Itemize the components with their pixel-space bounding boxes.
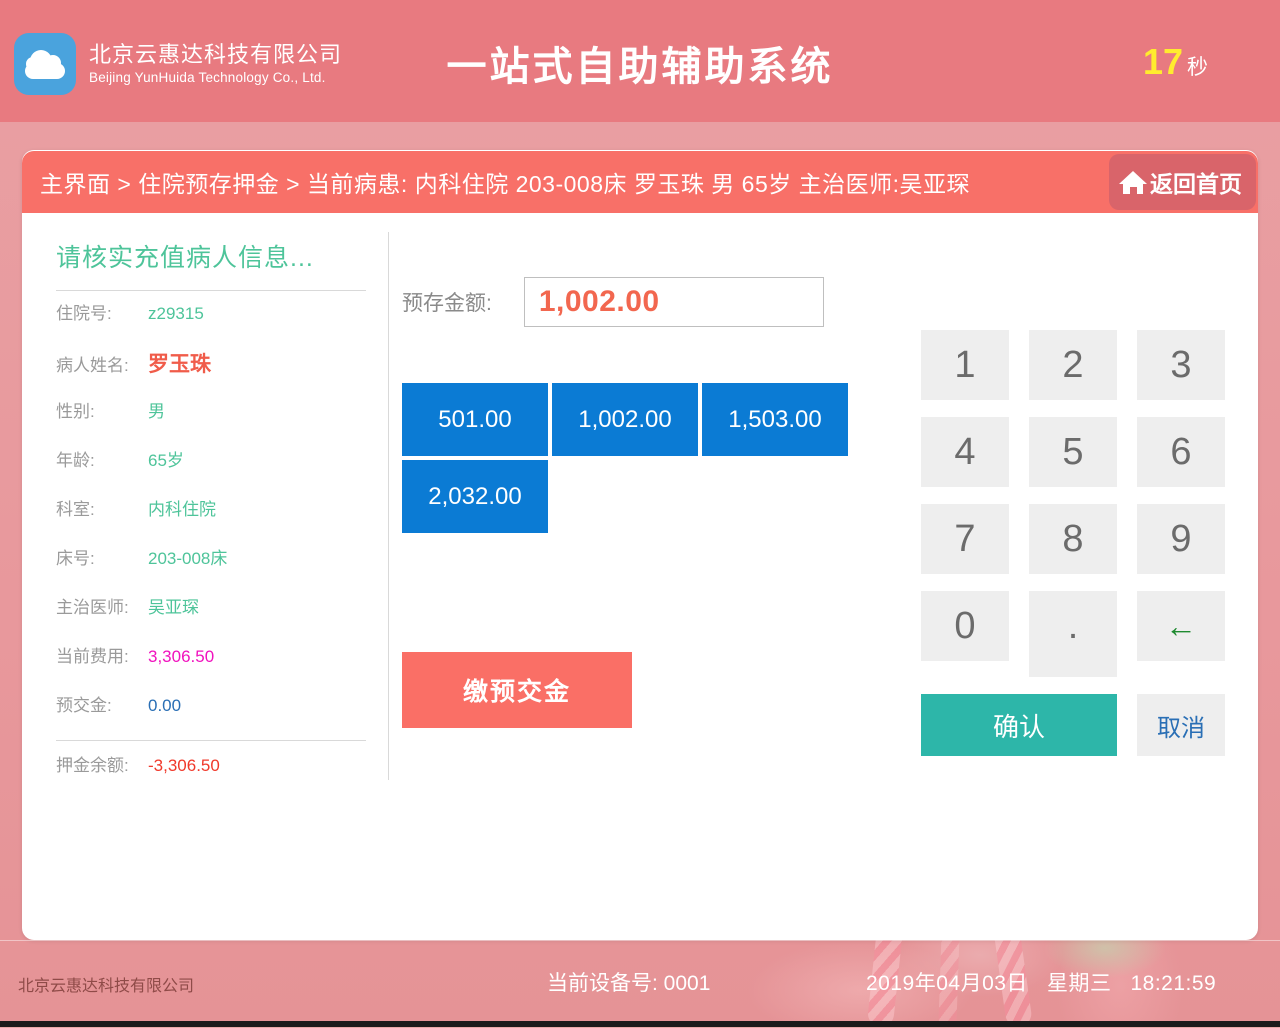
info-label: 住院号: [56,304,112,323]
info-value: z29315 [148,304,204,323]
info-value: 吴亚琛 [148,598,199,617]
key-5[interactable]: 5 [1029,417,1117,487]
info-label: 主治医师: [56,598,129,617]
key-2[interactable]: 2 [1029,330,1117,400]
vertical-divider [388,232,389,780]
info-value: 内科住院 [148,500,216,519]
page-title: 一站式自助辅助系统 [446,45,834,89]
app-header: 北京云惠达科技有限公司 Beijing YunHuida Technology … [0,0,1280,122]
info-row-prepaid: 预交金: 0.00 [56,691,366,740]
info-label: 押金余额: [56,756,129,775]
footer-bottom-strip [0,1021,1280,1027]
key-decimal-point[interactable]: . [1029,591,1117,677]
key-3[interactable]: 3 [1137,330,1225,400]
key-1[interactable]: 1 [921,330,1009,400]
info-row-bed-no: 床号: 203-008床 [56,544,366,593]
confirm-button[interactable]: 确认 [921,694,1117,756]
countdown-seconds: 17 [1142,41,1183,82]
preset-amount-button[interactable]: 501.00 [402,383,548,456]
info-row-gender: 性别: 男 [56,397,366,446]
info-label: 床号: [56,549,95,568]
info-label: 病人姓名: [56,356,129,375]
patient-info-panel: 请核实充值病人信息... 住院号: z29315 病人姓名: 罗玉珠 性别: 男… [56,238,366,800]
info-value: 罗玉珠 [148,353,211,376]
info-value: 男 [148,402,165,421]
breadcrumb: 主界面 > 住院预存押金 > 当前病患: 内科住院 203-008床 罗玉珠 男… [40,171,971,197]
return-home-label: 返回首页 [1150,171,1242,197]
info-value: 3,306.50 [148,647,215,666]
preset-amount-button[interactable]: 1,002.00 [552,383,698,456]
numeric-keypad: 1 2 3 4 5 6 7 8 9 0 . ← 确认 取消 [921,330,1225,756]
info-value: 203-008床 [148,549,228,568]
countdown-unit: 秒 [1187,56,1208,79]
info-panel-title: 请核实充值病人信息... [56,244,314,272]
patient-info-rows: 住院号: z29315 病人姓名: 罗玉珠 性别: 男 年龄: 65岁 科室: … [56,291,366,740]
app-footer: 北京云惠达科技有限公司 当前设备号: 0001 2019年04月03日 星期三 … [0,940,1280,1027]
footer-time: 18:21:59 [1130,972,1217,995]
info-label: 科室: [56,500,95,519]
footer-company-name: 北京云惠达科技有限公司 [18,978,195,995]
deposit-amount-input[interactable]: 1,002.00 [523,277,824,327]
preset-amount-button[interactable]: 2,032.00 [402,460,548,533]
key-0[interactable]: 0 [921,591,1009,661]
info-value: 0.00 [148,696,182,715]
return-home-button[interactable]: 返回首页 [1109,154,1256,210]
info-row-patient-name: 病人姓名: 罗玉珠 [56,348,366,397]
info-label: 当前费用: [56,647,129,666]
info-row-department: 科室: 内科住院 [56,495,366,544]
footer-divider [0,940,1280,941]
key-4[interactable]: 4 [921,417,1009,487]
info-row-current-fee: 当前费用: 3,306.50 [56,642,366,691]
info-row-deposit-balance: 押金余额: -3,306.50 [56,741,366,800]
preset-amount-group: 501.00 1,002.00 1,503.00 2,032.00 [402,383,862,533]
info-row-age: 年龄: 65岁 [56,446,366,495]
breadcrumb-bar: 主界面 > 住院预存押金 > 当前病患: 内科住院 203-008床 罗玉珠 男… [22,151,1258,213]
info-value: 65岁 [148,451,184,470]
deposit-amount-row: 预存金额: 1,002.00 [402,277,824,327]
cancel-button[interactable]: 取消 [1137,694,1225,756]
key-9[interactable]: 9 [1137,504,1225,574]
footer-date: 2019年04月03日 [866,972,1028,995]
info-label: 预交金: [56,696,112,715]
preset-amount-button[interactable]: 1,503.00 [702,383,848,456]
deposit-amount-value: 1,002.00 [538,285,660,318]
footer-datetime: 2019年04月03日 星期三 18:21:59 [866,967,1216,997]
footer-device-id: 当前设备号: 0001 [547,972,711,995]
info-row-doctor: 主治医师: 吴亚琛 [56,593,366,642]
home-icon [1119,169,1147,195]
pay-deposit-button[interactable]: 缴预交金 [402,652,632,728]
key-7[interactable]: 7 [921,504,1009,574]
countdown-timer: 17 秒 [1143,41,1208,83]
info-value: -3,306.50 [148,756,220,775]
key-6[interactable]: 6 [1137,417,1225,487]
key-8[interactable]: 8 [1029,504,1117,574]
footer-weekday: 星期三 [1046,972,1112,995]
backspace-arrow-icon[interactable]: ← [1137,591,1225,661]
info-label: 年龄: [56,451,95,470]
info-label: 性别: [56,402,95,421]
info-row-admission-no: 住院号: z29315 [56,299,366,348]
deposit-amount-label: 预存金额: [402,292,492,315]
